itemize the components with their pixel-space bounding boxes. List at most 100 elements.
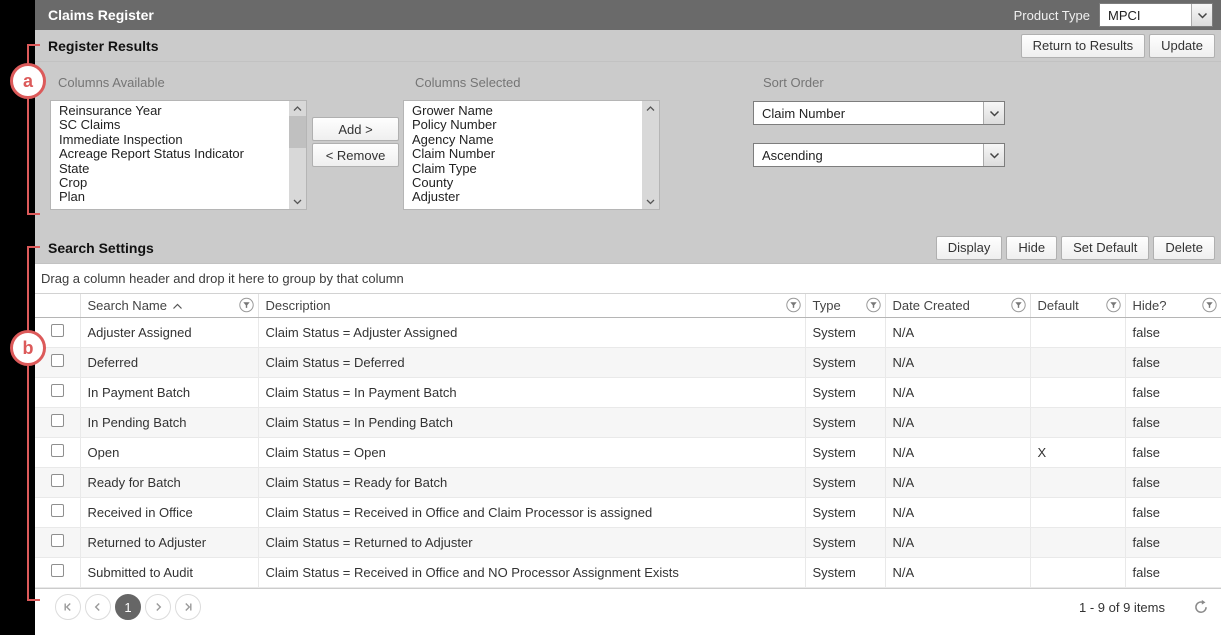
list-item[interactable]: Reinsurance Year (59, 104, 289, 118)
row-checkbox[interactable] (51, 534, 64, 547)
chevron-down-icon[interactable] (983, 102, 1004, 124)
scroll-up-icon[interactable] (289, 101, 306, 116)
columns-available-listbox[interactable]: Reinsurance YearSC ClaimsImmediate Inspe… (50, 100, 307, 210)
remove-button[interactable]: < Remove (312, 143, 399, 167)
checkbox-cell (35, 467, 80, 497)
row-checkbox[interactable] (51, 414, 64, 427)
set-default-button[interactable]: Set Default (1061, 236, 1149, 260)
update-button[interactable]: Update (1149, 34, 1215, 58)
table-row[interactable]: Returned to AdjusterClaim Status = Retur… (35, 527, 1221, 557)
chevron-down-icon[interactable] (983, 144, 1004, 166)
filter-icon[interactable] (866, 298, 881, 313)
scrollbar[interactable] (642, 101, 659, 209)
row-checkbox[interactable] (51, 324, 64, 337)
chevron-down-icon[interactable] (1191, 4, 1212, 26)
scroll-down-icon[interactable] (289, 194, 306, 209)
sort-direction-select[interactable]: Ascending (753, 143, 1005, 167)
cell-hide: false (1125, 377, 1221, 407)
cell-hide: false (1125, 527, 1221, 557)
filter-icon[interactable] (786, 298, 801, 313)
list-item[interactable]: Plan (59, 190, 289, 204)
row-checkbox[interactable] (51, 504, 64, 517)
delete-button[interactable]: Delete (1153, 236, 1215, 260)
filter-icon[interactable] (1011, 298, 1026, 313)
list-item[interactable]: Claim Number (412, 147, 642, 161)
refresh-icon[interactable] (1193, 599, 1209, 615)
column-header-description[interactable]: Description (258, 294, 805, 317)
cell-hide: false (1125, 557, 1221, 587)
search-settings-title: Search Settings (48, 240, 154, 256)
table-row[interactable]: Ready for BatchClaim Status = Ready for … (35, 467, 1221, 497)
last-page-button[interactable] (175, 594, 201, 620)
row-checkbox[interactable] (51, 354, 64, 367)
column-header-type[interactable]: Type (805, 294, 885, 317)
columns-selected-listbox[interactable]: Grower NamePolicy NumberAgency NameClaim… (403, 100, 660, 210)
row-checkbox[interactable] (51, 384, 64, 397)
filter-icon[interactable] (1202, 298, 1217, 313)
list-item[interactable]: Crop (59, 176, 289, 190)
filter-icon[interactable] (1106, 298, 1121, 313)
column-header-hide[interactable]: Hide? (1125, 294, 1221, 317)
previous-page-button[interactable] (85, 594, 111, 620)
next-page-button[interactable] (145, 594, 171, 620)
table-row[interactable]: DeferredClaim Status = DeferredSystemN/A… (35, 347, 1221, 377)
scroll-up-icon[interactable] (642, 101, 659, 116)
column-header-default[interactable]: Default (1030, 294, 1125, 317)
page-1-button[interactable]: 1 (115, 594, 141, 620)
product-type-value: MPCI (1100, 8, 1191, 23)
cell-default (1030, 407, 1125, 437)
column-header-search-name[interactable]: Search Name (80, 294, 258, 317)
scrollbar-thumb[interactable] (289, 116, 306, 148)
first-page-button[interactable] (55, 594, 81, 620)
cell-search-name: Ready for Batch (80, 467, 258, 497)
row-checkbox[interactable] (51, 564, 64, 577)
table-row[interactable]: In Pending BatchClaim Status = In Pendin… (35, 407, 1221, 437)
row-checkbox[interactable] (51, 474, 64, 487)
cell-search-name: Deferred (80, 347, 258, 377)
list-item[interactable]: SC Claims (59, 118, 289, 132)
return-to-results-button[interactable]: Return to Results (1021, 34, 1145, 58)
column-header-label: Search Name (88, 298, 167, 313)
table-row[interactable]: Submitted to AuditClaim Status = Receive… (35, 557, 1221, 587)
cell-description: Claim Status = Received in Office and NO… (258, 557, 805, 587)
table-row[interactable]: Received in OfficeClaim Status = Receive… (35, 497, 1221, 527)
add-button[interactable]: Add > (312, 117, 399, 141)
cell-default (1030, 317, 1125, 347)
search-settings-table: Search Name Description Type Date Create… (35, 294, 1221, 588)
list-item[interactable]: Agency Name (412, 133, 642, 147)
table-row[interactable]: In Payment BatchClaim Status = In Paymen… (35, 377, 1221, 407)
list-item[interactable]: Acreage Report Status Indicator (59, 147, 289, 161)
columns-selected-label: Columns Selected (415, 75, 521, 90)
cell-type: System (805, 527, 885, 557)
list-item[interactable]: Grower Name (412, 104, 642, 118)
sort-field-select[interactable]: Claim Number (753, 101, 1005, 125)
group-by-drop-zone[interactable]: Drag a column header and drop it here to… (35, 264, 1221, 294)
table-row[interactable]: Adjuster AssignedClaim Status = Adjuster… (35, 317, 1221, 347)
list-item[interactable]: County (412, 176, 642, 190)
cell-type: System (805, 377, 885, 407)
row-checkbox[interactable] (51, 444, 64, 457)
cell-date-created: N/A (885, 437, 1030, 467)
list-item[interactable]: State (59, 162, 289, 176)
list-item[interactable]: Claim Type (412, 162, 642, 176)
table-row[interactable]: OpenClaim Status = OpenSystemN/AXfalse (35, 437, 1221, 467)
cell-default (1030, 527, 1125, 557)
display-button[interactable]: Display (936, 236, 1003, 260)
scroll-down-icon[interactable] (642, 194, 659, 209)
cell-search-name: Adjuster Assigned (80, 317, 258, 347)
cell-description: Claim Status = Deferred (258, 347, 805, 377)
hide-button[interactable]: Hide (1006, 236, 1057, 260)
scrollbar[interactable] (289, 101, 306, 209)
scrollbar-track[interactable] (642, 116, 659, 194)
list-item[interactable]: Policy Number (412, 118, 642, 132)
scrollbar-track[interactable] (289, 116, 306, 194)
column-header-date-created[interactable]: Date Created (885, 294, 1030, 317)
checkbox-cell (35, 527, 80, 557)
filter-icon[interactable] (239, 298, 254, 313)
column-header-label: Date Created (893, 298, 970, 313)
product-type-select[interactable]: MPCI (1099, 3, 1213, 27)
cell-search-name: Received in Office (80, 497, 258, 527)
list-item[interactable]: Immediate Inspection (59, 133, 289, 147)
list-item[interactable]: Adjuster (412, 190, 642, 204)
cell-hide: false (1125, 347, 1221, 377)
